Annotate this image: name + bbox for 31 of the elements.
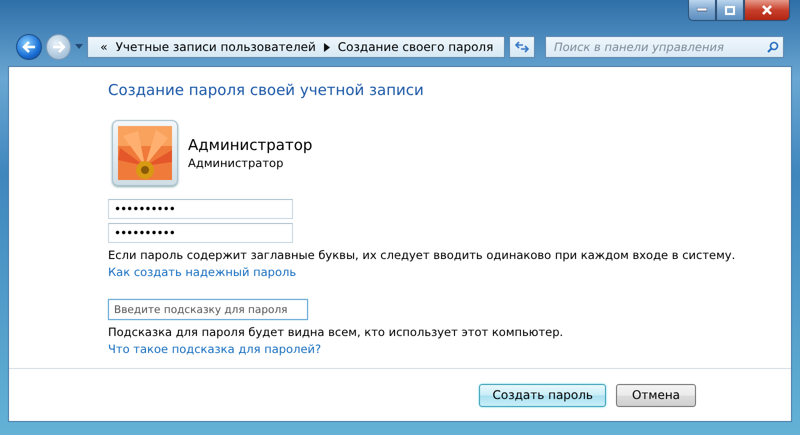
search-icon[interactable]	[766, 41, 779, 53]
refresh-button[interactable]	[509, 36, 535, 58]
maximize-button[interactable]	[716, 0, 744, 21]
chevron-right-icon[interactable]	[324, 42, 330, 52]
caps-note: Если пароль содержит заглавные буквы, их следует вводить одинаково при каждом входе в систему.	[108, 248, 736, 262]
page-heading: Создание пароля своей учетной записи	[108, 81, 425, 99]
breadcrumb-item[interactable]: Учетные записи пользователей	[116, 40, 316, 54]
overflow-chevron[interactable]: «	[100, 40, 108, 54]
breadcrumb-item[interactable]: Создание своего пароля	[338, 40, 494, 54]
hint-help-link[interactable]: Что такое подсказка для паролей?	[108, 342, 322, 356]
search-field[interactable]: Поиск в панели управления	[544, 36, 784, 58]
hint-note: Подсказка для пароля будет видна всем, кто использует этот компьютер.	[108, 325, 564, 339]
forward-button[interactable]	[46, 34, 72, 60]
cancel-button[interactable]: Отмена	[616, 384, 696, 406]
strong-password-link[interactable]: Как создать надежный пароль	[108, 265, 296, 279]
hint-field[interactable]: Введите подсказку для пароля	[108, 299, 308, 320]
swap-arrows-icon	[515, 41, 530, 53]
password-field[interactable]: ••••••••••	[108, 199, 293, 219]
dropdown-icon[interactable]	[75, 44, 84, 50]
arrow-right-icon	[52, 41, 66, 53]
password-field[interactable]: ••••••••••	[108, 223, 293, 243]
back-button[interactable]	[16, 34, 42, 60]
minimize-button[interactable]	[688, 0, 716, 21]
account-type: Администратор	[188, 156, 284, 170]
close-button[interactable]	[744, 0, 790, 21]
account-name: Администратор	[188, 136, 312, 154]
create-password-button[interactable]: Создать пароль	[479, 384, 606, 406]
arrow-left-icon	[22, 41, 36, 53]
close-icon	[761, 5, 773, 15]
maximize-icon	[725, 6, 735, 14]
minimize-icon	[697, 8, 707, 12]
